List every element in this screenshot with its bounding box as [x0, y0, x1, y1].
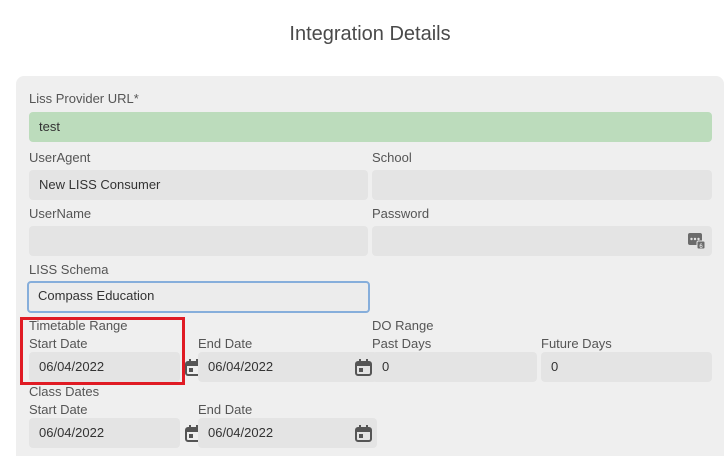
school-label: School: [372, 150, 412, 165]
calendar-icon[interactable]: [355, 359, 372, 376]
calendar-icon[interactable]: [355, 425, 372, 442]
user-agent-input[interactable]: New LISS Consumer: [29, 170, 368, 200]
do-range-label: DO Range: [372, 318, 434, 333]
liss-provider-url-input[interactable]: test: [29, 112, 712, 142]
class-start-date-input[interactable]: 06/04/2022: [29, 418, 180, 448]
highlight-annotation-box: [20, 317, 185, 385]
password-input[interactable]: [372, 226, 712, 256]
user-agent-label: UserAgent: [29, 150, 91, 165]
liss-schema-label: LISS Schema: [29, 262, 109, 277]
page-title: Integration Details: [289, 23, 451, 45]
class-end-date-value: 06/04/2022: [208, 425, 274, 440]
password-manager-icon[interactable]: 6: [688, 233, 705, 249]
past-days-input[interactable]: 0: [372, 352, 537, 382]
school-input[interactable]: [372, 170, 712, 200]
timetable-end-date-value: 06/04/2022: [208, 359, 274, 374]
liss-schema-input[interactable]: Compass Education: [27, 281, 370, 313]
liss-provider-url-label: Liss Provider URL*: [29, 91, 139, 106]
username-input[interactable]: [29, 226, 368, 256]
future-days-input[interactable]: 0: [541, 352, 712, 382]
future-days-label: Future Days: [541, 336, 612, 351]
class-dates-label: Class Dates: [29, 384, 100, 399]
class-end-date-label: End Date: [198, 402, 253, 417]
password-label: Password: [372, 206, 430, 221]
class-start-date-value: 06/04/2022: [39, 425, 105, 440]
timetable-end-date-input[interactable]: 06/04/2022: [198, 352, 377, 382]
timetable-end-date-label: End Date: [198, 336, 253, 351]
class-start-date-label: Start Date: [29, 402, 88, 417]
username-label: UserName: [29, 206, 92, 221]
past-days-label: Past Days: [372, 336, 432, 351]
class-end-date-input[interactable]: 06/04/2022: [198, 418, 377, 448]
